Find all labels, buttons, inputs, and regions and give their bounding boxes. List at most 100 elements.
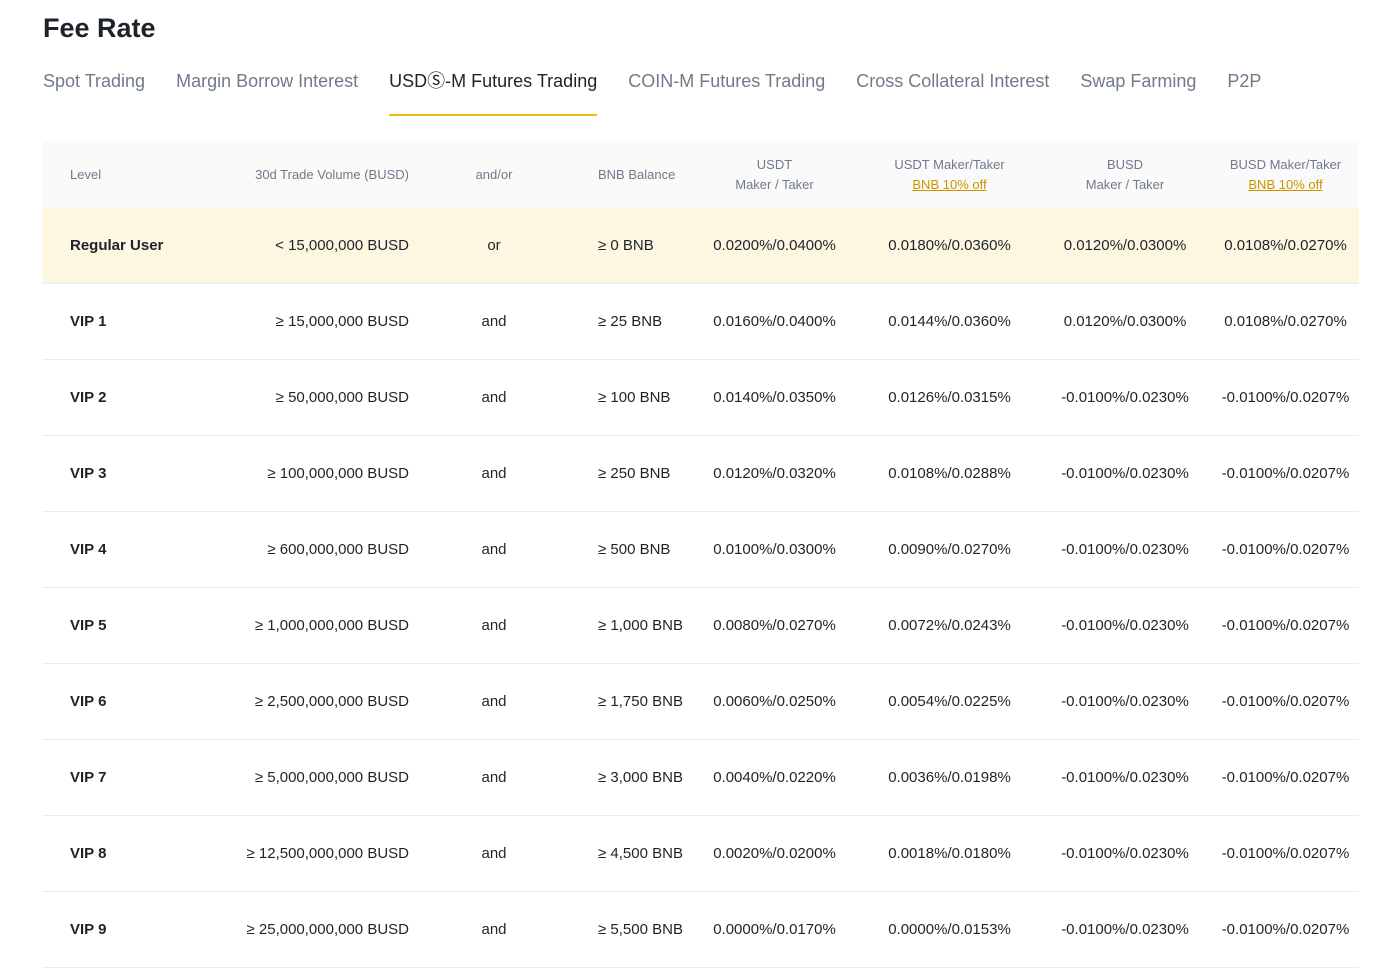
cell-usdt: 0.0100%/0.0300% <box>688 511 861 588</box>
table-row-vip-8: VIP 8 ≥ 12,500,000,000 BUSD and ≥ 4,500 … <box>43 815 1359 892</box>
header-andor: and/or <box>409 141 579 208</box>
cell-usdt: 0.0140%/0.0350% <box>688 359 861 436</box>
cell-busd: -0.0100%/0.0230% <box>1038 587 1212 664</box>
table-row-vip-9: VIP 9 ≥ 25,000,000,000 BUSD and ≥ 5,500 … <box>43 891 1359 968</box>
tab-p2p[interactable]: P2P <box>1227 62 1261 116</box>
cell-andor: and <box>409 891 579 968</box>
cell-bnb-balance: ≥ 1,750 BNB <box>579 663 688 740</box>
tab-bar: Spot Trading Margin Borrow Interest USDⓈ… <box>43 62 1292 116</box>
cell-volume: ≥ 50,000,000 BUSD <box>193 359 409 436</box>
header-busd-bnb: BUSD Maker/Taker BNB 10% off <box>1212 141 1359 208</box>
tab-swap-farming[interactable]: Swap Farming <box>1080 62 1196 116</box>
cell-usdt-bnb: 0.0072%/0.0243% <box>861 587 1038 664</box>
cell-bnb-balance: ≥ 5,500 BNB <box>579 891 688 968</box>
header-usdt-bnb-line1: USDT Maker/Taker <box>894 156 1005 172</box>
cell-volume: ≥ 25,000,000,000 BUSD <box>193 891 409 968</box>
usdt-bnb-discount-link[interactable]: BNB 10% off <box>861 175 1038 195</box>
header-busd-line2: Maker / Taker <box>1085 176 1165 192</box>
header-usdt-line1: USDT <box>756 156 793 172</box>
cell-usdt: 0.0020%/0.0200% <box>688 815 861 892</box>
page-title: Fee Rate <box>43 13 156 43</box>
tab-cross-collateral-interest[interactable]: Cross Collateral Interest <box>856 62 1049 116</box>
cell-busd: 0.0120%/0.0300% <box>1038 283 1212 360</box>
cell-andor: and <box>409 511 579 588</box>
cell-level: VIP 6 <box>43 663 193 740</box>
cell-busd: -0.0100%/0.0230% <box>1038 435 1212 512</box>
cell-usdt: 0.0160%/0.0400% <box>688 283 861 360</box>
cell-volume: ≥ 2,500,000,000 BUSD <box>193 663 409 740</box>
cell-volume: ≥ 5,000,000,000 BUSD <box>193 739 409 816</box>
cell-level: VIP 2 <box>43 359 193 436</box>
cell-busd-bnb: -0.0100%/0.0207% <box>1212 435 1359 512</box>
cell-level: VIP 9 <box>43 891 193 968</box>
cell-busd-bnb: -0.0100%/0.0207% <box>1212 739 1359 816</box>
cell-busd: -0.0100%/0.0230% <box>1038 663 1212 740</box>
cell-volume: ≥ 100,000,000 BUSD <box>193 435 409 512</box>
cell-busd-bnb: -0.0100%/0.0207% <box>1212 663 1359 740</box>
cell-usdt-bnb: 0.0090%/0.0270% <box>861 511 1038 588</box>
cell-volume: ≥ 12,500,000,000 BUSD <box>193 815 409 892</box>
tab-margin-borrow-interest[interactable]: Margin Borrow Interest <box>176 62 358 116</box>
cell-andor: and <box>409 587 579 664</box>
cell-level: VIP 7 <box>43 739 193 816</box>
cell-busd-bnb: -0.0100%/0.0207% <box>1212 815 1359 892</box>
cell-level: VIP 3 <box>43 435 193 512</box>
fee-rate-table: Level 30d Trade Volume (BUSD) and/or BNB… <box>43 141 1359 968</box>
cell-level: VIP 8 <box>43 815 193 892</box>
cell-volume: < 15,000,000 BUSD <box>193 208 409 284</box>
cell-usdt-bnb: 0.0108%/0.0288% <box>861 435 1038 512</box>
table-row-vip-3: VIP 3 ≥ 100,000,000 BUSD and ≥ 250 BNB 0… <box>43 435 1359 512</box>
tab-coin-m-futures-trading[interactable]: COIN-M Futures Trading <box>628 62 825 116</box>
cell-busd-bnb: 0.0108%/0.0270% <box>1212 283 1359 360</box>
cell-bnb-balance: ≥ 250 BNB <box>579 435 688 512</box>
cell-busd-bnb: -0.0100%/0.0207% <box>1212 511 1359 588</box>
busd-bnb-discount-link[interactable]: BNB 10% off <box>1212 175 1359 195</box>
header-usdt-bnb: USDT Maker/Taker BNB 10% off <box>861 141 1038 208</box>
cell-usdt: 0.0200%/0.0400% <box>688 208 861 284</box>
header-busd-line1: BUSD <box>1106 156 1144 172</box>
cell-bnb-balance: ≥ 0 BNB <box>579 208 688 284</box>
cell-usdt: 0.0120%/0.0320% <box>688 435 861 512</box>
table-row-vip-5: VIP 5 ≥ 1,000,000,000 BUSD and ≥ 1,000 B… <box>43 587 1359 664</box>
cell-level: Regular User <box>43 208 193 284</box>
cell-busd-bnb: 0.0108%/0.0270% <box>1212 208 1359 284</box>
header-usdt: USDT Maker / Taker <box>688 141 861 208</box>
table-header-row: Level 30d Trade Volume (BUSD) and/or BNB… <box>43 141 1359 208</box>
header-level: Level <box>43 141 193 208</box>
cell-andor: and <box>409 435 579 512</box>
header-usdt-line2: Maker / Taker <box>735 176 814 192</box>
cell-busd: 0.0120%/0.0300% <box>1038 208 1212 284</box>
cell-usdt-bnb: 0.0000%/0.0153% <box>861 891 1038 968</box>
cell-volume: ≥ 600,000,000 BUSD <box>193 511 409 588</box>
table-row-vip-4: VIP 4 ≥ 600,000,000 BUSD and ≥ 500 BNB 0… <box>43 511 1359 588</box>
cell-usdt-bnb: 0.0180%/0.0360% <box>861 208 1038 284</box>
cell-volume: ≥ 15,000,000 BUSD <box>193 283 409 360</box>
table-row-vip-7: VIP 7 ≥ 5,000,000,000 BUSD and ≥ 3,000 B… <box>43 739 1359 816</box>
cell-bnb-balance: ≥ 3,000 BNB <box>579 739 688 816</box>
table-row-vip-1: VIP 1 ≥ 15,000,000 BUSD and ≥ 25 BNB 0.0… <box>43 283 1359 360</box>
cell-usdt-bnb: 0.0126%/0.0315% <box>861 359 1038 436</box>
table-row-vip-6: VIP 6 ≥ 2,500,000,000 BUSD and ≥ 1,750 B… <box>43 663 1359 740</box>
header-volume: 30d Trade Volume (BUSD) <box>193 141 409 208</box>
cell-busd: -0.0100%/0.0230% <box>1038 739 1212 816</box>
cell-andor: and <box>409 283 579 360</box>
cell-andor: and <box>409 663 579 740</box>
cell-busd: -0.0100%/0.0230% <box>1038 511 1212 588</box>
cell-bnb-balance: ≥ 100 BNB <box>579 359 688 436</box>
cell-level: VIP 5 <box>43 587 193 664</box>
cell-usdt-bnb: 0.0036%/0.0198% <box>861 739 1038 816</box>
header-busd-bnb-line1: BUSD Maker/Taker <box>1229 156 1342 172</box>
cell-level: VIP 4 <box>43 511 193 588</box>
cell-level: VIP 1 <box>43 283 193 360</box>
cell-usdt: 0.0080%/0.0270% <box>688 587 861 664</box>
tab-spot-trading[interactable]: Spot Trading <box>43 62 145 116</box>
cell-andor: or <box>409 208 579 284</box>
cell-busd: -0.0100%/0.0230% <box>1038 359 1212 436</box>
cell-bnb-balance: ≥ 1,000 BNB <box>579 587 688 664</box>
cell-andor: and <box>409 815 579 892</box>
cell-usdt: 0.0000%/0.0170% <box>688 891 861 968</box>
header-bnb-balance: BNB Balance <box>579 141 688 208</box>
table-row-vip-2: VIP 2 ≥ 50,000,000 BUSD and ≥ 100 BNB 0.… <box>43 359 1359 436</box>
table-row-regular-user: Regular User < 15,000,000 BUSD or ≥ 0 BN… <box>43 208 1359 284</box>
tab-usds-m-futures-trading[interactable]: USDⓈ-M Futures Trading <box>389 62 598 116</box>
